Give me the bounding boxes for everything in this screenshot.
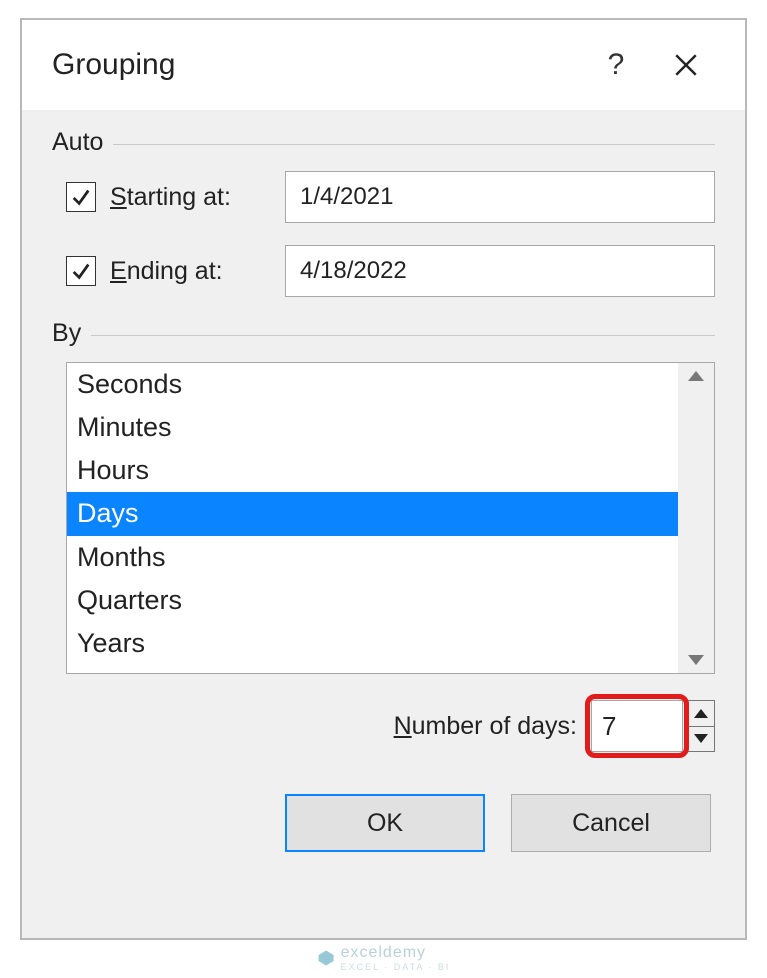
divider: [91, 335, 715, 336]
logo-icon: [317, 949, 335, 967]
spinner-buttons: [687, 700, 715, 752]
starting-at-label: Starting at:: [110, 183, 285, 212]
list-item[interactable]: Years: [67, 622, 678, 665]
starting-at-row: Starting at:: [66, 171, 715, 223]
list-item[interactable]: Hours: [67, 449, 678, 492]
by-listbox[interactable]: SecondsMinutesHoursDaysMonthsQuartersYea…: [66, 362, 715, 674]
watermark-tag: EXCEL · DATA · BI: [341, 962, 451, 972]
chevron-down-icon[interactable]: [688, 655, 704, 665]
watermark-brand: exceldemy: [341, 944, 426, 961]
triangle-down-icon: [694, 734, 708, 743]
list-item[interactable]: Quarters: [67, 579, 678, 622]
list-item[interactable]: Minutes: [67, 406, 678, 449]
check-icon: [70, 186, 92, 208]
close-icon: [673, 52, 699, 78]
by-section-label: By: [52, 319, 715, 348]
auto-section: Starting at: Ending at:: [52, 171, 715, 297]
divider: [113, 144, 715, 145]
ending-at-label: Ending at:: [110, 257, 285, 286]
by-section: By SecondsMinutesHoursDaysMonthsQuarters…: [52, 319, 715, 674]
by-listbox-items: SecondsMinutesHoursDaysMonthsQuartersYea…: [67, 363, 678, 673]
number-of-days-row: Number of days:: [52, 700, 715, 752]
list-item[interactable]: Seconds: [67, 363, 678, 406]
ending-at-input[interactable]: [285, 245, 715, 297]
starting-at-input[interactable]: [285, 171, 715, 223]
spinner-down-button[interactable]: [688, 726, 714, 752]
ok-button[interactable]: OK: [285, 794, 485, 852]
dialog-buttons: OK Cancel: [52, 794, 715, 852]
number-of-days-input[interactable]: [591, 700, 683, 752]
chevron-up-icon[interactable]: [688, 371, 704, 381]
list-item[interactable]: Days: [67, 492, 678, 535]
help-button[interactable]: ?: [581, 35, 651, 95]
auto-label-text: Auto: [52, 128, 103, 157]
auto-section-label: Auto: [52, 128, 715, 157]
spinner-up-button[interactable]: [688, 701, 714, 726]
triangle-up-icon: [694, 709, 708, 718]
watermark: exceldemy EXCEL · DATA · BI: [317, 944, 451, 972]
ending-at-checkbox[interactable]: [66, 256, 96, 286]
grouping-dialog: Grouping ? Auto Starting at:: [20, 18, 747, 940]
titlebar: Grouping ?: [22, 20, 745, 110]
by-label-text: By: [52, 319, 81, 348]
scrollbar[interactable]: [678, 363, 714, 673]
number-of-days-spinner: [591, 700, 715, 752]
number-of-days-label: Number of days:: [394, 712, 577, 741]
cancel-button[interactable]: Cancel: [511, 794, 711, 852]
dialog-title: Grouping: [52, 48, 581, 82]
close-button[interactable]: [651, 35, 721, 95]
ending-at-row: Ending at:: [66, 245, 715, 297]
dialog-body: Auto Starting at:: [22, 110, 745, 938]
check-icon: [70, 260, 92, 282]
list-item[interactable]: Months: [67, 536, 678, 579]
starting-at-checkbox[interactable]: [66, 182, 96, 212]
